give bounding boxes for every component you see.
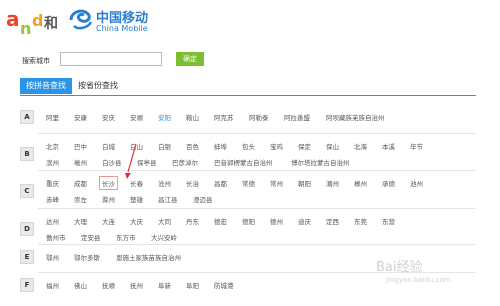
watermark-url: jingyan.baidu.com (386, 276, 451, 284)
watermark: Bai经验 (376, 260, 423, 275)
annotation-arrow (125, 143, 137, 179)
